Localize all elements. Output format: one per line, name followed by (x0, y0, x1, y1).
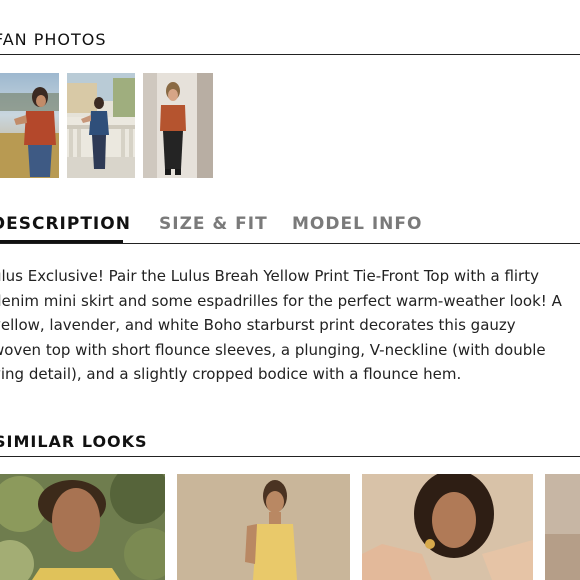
fan-photo-1-image (0, 73, 59, 178)
similar-look-3[interactable] (362, 474, 533, 580)
tab-model-info[interactable]: MODEL INFO (292, 214, 422, 234)
similar-look-2[interactable] (177, 474, 350, 580)
fan-photos-heading: FAN PHOTOS (0, 30, 107, 49)
tab-description[interactable]: DESCRIPTION (0, 214, 131, 234)
tab-size-fit[interactable]: SIZE & FIT (159, 214, 268, 234)
description-line: woven top with short flounce sleeves, a … (0, 340, 546, 359)
fan-photo-3[interactable] (143, 73, 213, 178)
similar-look-1[interactable] (0, 474, 165, 580)
description-line: denim mini skirt and some espadrilles fo… (0, 291, 562, 310)
description-line: ying detail), and a slightly cropped bod… (0, 365, 462, 383)
fan-photo-2[interactable] (67, 73, 135, 178)
similar-look-1-image (0, 474, 165, 580)
similar-looks-heading: SIMILAR LOOKS (0, 432, 148, 451)
fan-photos-divider (0, 54, 580, 55)
similar-looks-divider (0, 456, 580, 457)
similar-look-3-image (362, 474, 533, 580)
tabs-divider (0, 243, 580, 244)
fan-photo-3-image (143, 73, 213, 178)
fan-photo-1[interactable] (0, 73, 59, 178)
fan-photo-2-image (67, 73, 135, 178)
similar-look-4[interactable] (545, 474, 580, 580)
similar-look-2-image (177, 474, 350, 580)
description-line: yellow, lavender, and white Boho starbur… (0, 316, 516, 334)
similar-look-4-image (545, 474, 580, 580)
product-description: ulus Exclusive! Pair the Lulus Breah Yel… (0, 264, 572, 387)
description-line: ulus Exclusive! Pair the Lulus Breah Yel… (0, 267, 539, 285)
